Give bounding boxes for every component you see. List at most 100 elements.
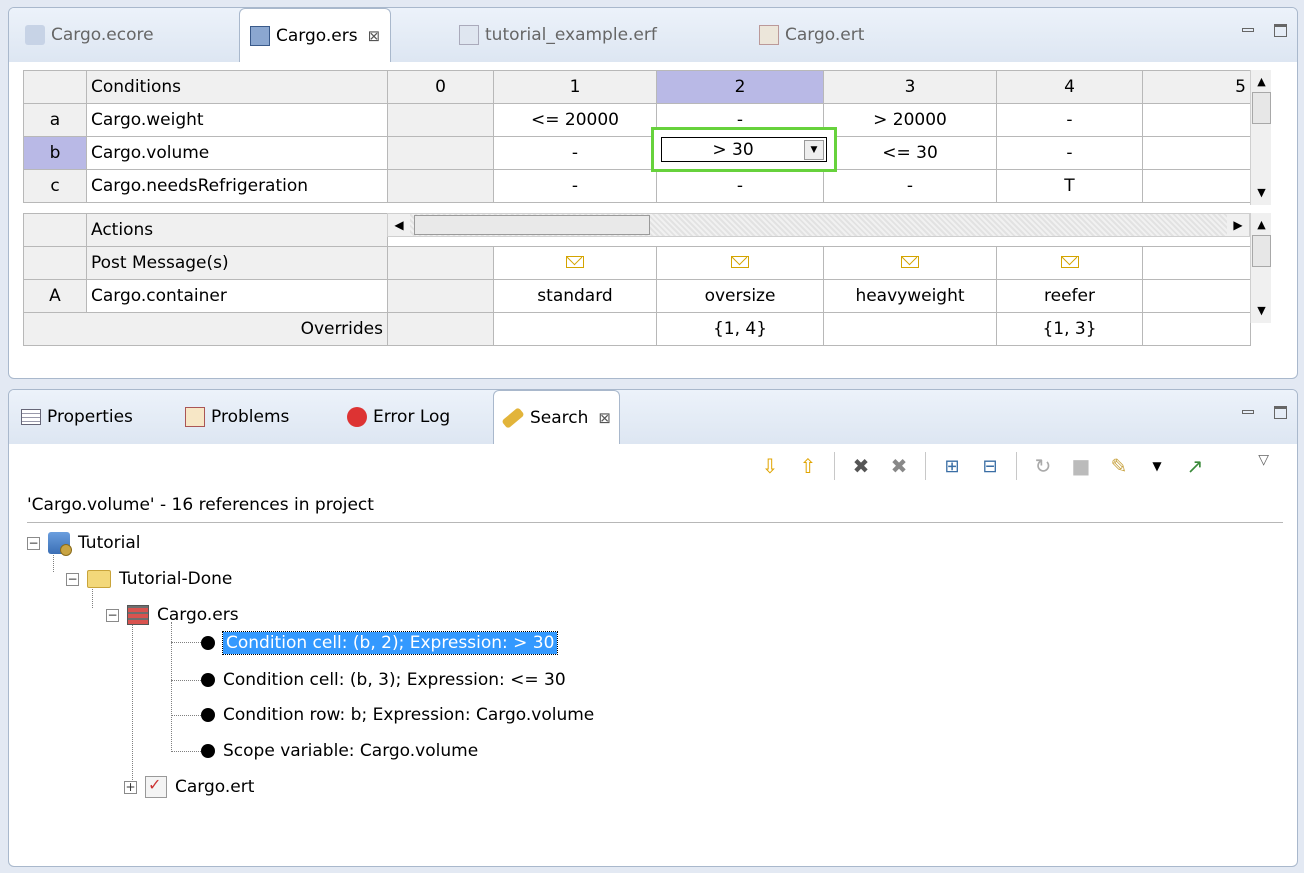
post-message-cell[interactable]: [493, 246, 657, 280]
action-cell[interactable]: oversize: [656, 279, 824, 313]
condition-cell[interactable]: <= 30: [823, 136, 997, 170]
combo-value[interactable]: > 30: [662, 140, 804, 160]
minimize-icon[interactable]: [1242, 410, 1254, 414]
scroll-down-icon[interactable]: ▼: [1251, 299, 1272, 321]
condition-cell[interactable]: -: [493, 136, 657, 170]
collapse-icon[interactable]: −: [66, 572, 79, 586]
row-id[interactable]: A: [23, 279, 87, 313]
conditions-vertical-scrollbar[interactable]: ▲ ▼: [1250, 70, 1271, 205]
horizontal-scrollbar[interactable]: ◀ ▶: [387, 213, 1250, 237]
tree-result-item[interactable]: Condition row: b; Expression: Cargo.volu…: [201, 700, 594, 730]
remove-all-matches-icon[interactable]: ✖: [887, 454, 911, 478]
scroll-up-icon[interactable]: ▲: [1251, 70, 1272, 92]
combo-box[interactable]: > 30 ▼: [661, 137, 827, 162]
tab-cargo-ert[interactable]: Cargo.ert: [749, 8, 874, 62]
column-header[interactable]: 4: [996, 70, 1143, 104]
collapse-all-icon[interactable]: ⊟: [978, 454, 1002, 478]
condition-cell[interactable]: -: [493, 169, 657, 203]
action-cell[interactable]: heavyweight: [823, 279, 997, 313]
tree-node-folder[interactable]: − Tutorial-Done: [66, 564, 232, 594]
expand-icon[interactable]: +: [124, 780, 137, 794]
post-message-cell[interactable]: [1141, 246, 1252, 280]
post-message-cell[interactable]: [823, 246, 997, 280]
action-cell[interactable]: standard: [493, 279, 657, 313]
column-header[interactable]: 3: [823, 70, 997, 104]
tab-properties[interactable]: Properties: [13, 390, 141, 444]
tab-tutorial-example-erf[interactable]: tutorial_example.erf: [449, 8, 667, 62]
search-history-icon[interactable]: ✎: [1107, 454, 1131, 478]
tab-cargo-ecore[interactable]: Cargo.ecore: [15, 8, 164, 62]
collapse-icon[interactable]: −: [106, 608, 119, 622]
maximize-icon[interactable]: [1274, 406, 1287, 419]
scroll-right-icon[interactable]: ▶: [1227, 214, 1249, 236]
column-header[interactable]: 1: [493, 70, 657, 104]
action-cell[interactable]: [387, 279, 494, 313]
condition-cell[interactable]: <= 20000: [493, 103, 657, 137]
expression-combo[interactable]: > 30 ▼: [651, 127, 837, 172]
condition-cell[interactable]: -: [656, 169, 824, 203]
tree-result-item[interactable]: Condition cell: (b, 2); Expression: > 30: [201, 628, 559, 658]
close-tab-icon[interactable]: ⊠: [598, 409, 611, 427]
minimize-icon[interactable]: [1242, 28, 1254, 32]
action-cell[interactable]: reefer: [996, 279, 1143, 313]
tab-cargo-ers[interactable]: Cargo.ers ⊠: [239, 8, 392, 62]
tab-problems[interactable]: Problems: [177, 390, 297, 444]
condition-cell[interactable]: [1142, 169, 1251, 203]
scroll-thumb[interactable]: [1252, 235, 1271, 267]
scroll-up-icon[interactable]: ▲: [1251, 213, 1272, 235]
post-message-cell[interactable]: [996, 246, 1143, 280]
row-id[interactable]: c: [23, 169, 87, 203]
maximize-icon[interactable]: [1274, 24, 1287, 37]
condition-cell[interactable]: > 20000: [823, 103, 997, 137]
row-id[interactable]: a: [23, 103, 87, 137]
tree-node-project[interactable]: − Tutorial: [27, 528, 141, 558]
previous-match-icon[interactable]: ⇧: [796, 454, 820, 478]
actions-vertical-scrollbar[interactable]: ▲ ▼: [1250, 213, 1271, 323]
column-header-selected[interactable]: 2: [656, 70, 824, 104]
scroll-thumb[interactable]: [414, 215, 650, 235]
condition-cell[interactable]: [387, 136, 494, 170]
override-cell[interactable]: [1141, 312, 1252, 346]
tree-node-file-ert[interactable]: + Cargo.ert: [124, 772, 254, 802]
tab-error-log[interactable]: Error Log: [339, 390, 458, 444]
tab-search[interactable]: Search ⊠: [493, 390, 620, 444]
close-tab-icon[interactable]: ⊠: [368, 27, 381, 45]
override-cell[interactable]: {1, 4}: [656, 312, 824, 346]
override-cell[interactable]: [493, 312, 657, 346]
condition-cell[interactable]: -: [823, 169, 997, 203]
scroll-down-icon[interactable]: ▼: [1251, 181, 1272, 203]
post-message-cell[interactable]: [656, 246, 824, 280]
condition-cell[interactable]: [387, 169, 494, 203]
collapse-icon[interactable]: −: [27, 536, 40, 550]
condition-label[interactable]: Cargo.weight: [86, 103, 388, 137]
stop-icon[interactable]: ■: [1069, 454, 1093, 478]
dropdown-arrow-icon[interactable]: ▼: [804, 139, 824, 160]
condition-cell[interactable]: -: [996, 136, 1143, 170]
tree-result-item[interactable]: Scope variable: Cargo.volume: [201, 736, 478, 766]
scroll-thumb[interactable]: [1252, 92, 1271, 124]
history-dropdown-icon[interactable]: ▼: [1145, 454, 1169, 478]
row-id-selected[interactable]: b: [23, 136, 87, 170]
next-match-icon[interactable]: ⇩: [758, 454, 782, 478]
refresh-icon[interactable]: ↻: [1031, 454, 1055, 478]
condition-label[interactable]: Cargo.needsRefrigeration: [86, 169, 388, 203]
condition-cell[interactable]: -: [996, 103, 1143, 137]
action-cell[interactable]: [1141, 279, 1252, 313]
tree-result-item[interactable]: Condition cell: (b, 3); Expression: <= 3…: [201, 665, 566, 695]
column-header[interactable]: 5: [1142, 70, 1251, 104]
remove-match-icon[interactable]: ✖: [849, 454, 873, 478]
override-cell[interactable]: [823, 312, 997, 346]
pin-view-icon[interactable]: ↗: [1183, 454, 1207, 478]
expand-all-icon[interactable]: ⊞: [940, 454, 964, 478]
condition-cell[interactable]: T: [996, 169, 1143, 203]
override-cell[interactable]: [387, 312, 494, 346]
override-cell[interactable]: {1, 3}: [996, 312, 1143, 346]
condition-cell[interactable]: [1142, 103, 1251, 137]
action-label[interactable]: Cargo.container: [86, 279, 388, 313]
tree-node-file-ers[interactable]: − Cargo.ers: [106, 600, 239, 630]
column-header[interactable]: 0: [387, 70, 494, 104]
condition-label[interactable]: Cargo.volume: [86, 136, 388, 170]
scroll-left-icon[interactable]: ◀: [388, 214, 410, 236]
condition-cell[interactable]: [1142, 136, 1251, 170]
condition-cell[interactable]: [387, 103, 494, 137]
